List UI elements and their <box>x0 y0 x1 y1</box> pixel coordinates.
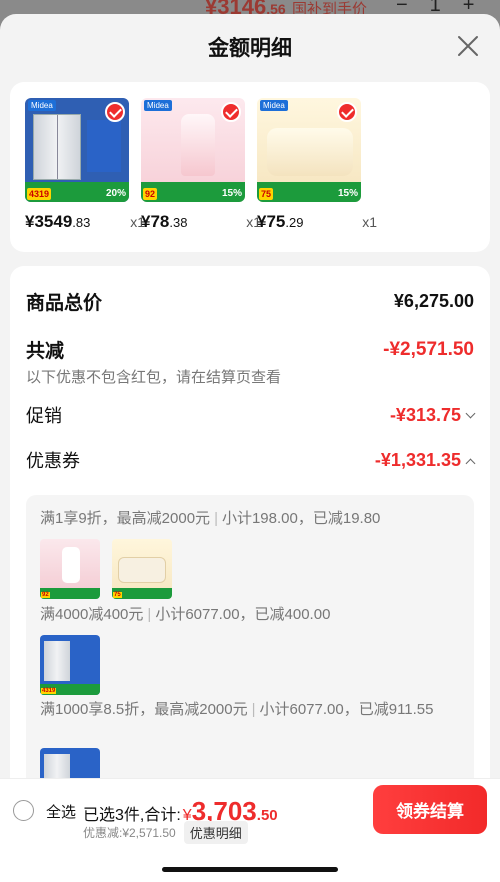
promotion-value-wrap: -¥313.75 <box>389 404 476 426</box>
promo-percent: 15% <box>221 188 242 199</box>
product-banner <box>87 120 121 172</box>
promo-tag: 4319 <box>27 188 52 200</box>
close-icon[interactable] <box>456 34 480 58</box>
product-image-steamer[interactable]: Midea 75 15% <box>257 98 361 202</box>
promotion-value: -¥313.75 <box>389 404 461 425</box>
product-item[interactable]: Midea 75 15% ¥75.29 x1 <box>257 98 377 232</box>
total-reduction-value: -¥2,571.50 <box>383 338 474 360</box>
promotion-label: 促销 <box>26 406 62 426</box>
checkout-bar: 全选 已选3件,合计: ¥ 3,703 .50 优惠减:¥2,571.50 优惠… <box>0 778 500 882</box>
brand-logo: Midea <box>144 100 172 111</box>
total-reduction-row: 共减 -¥2,571.50 <box>26 336 474 363</box>
coupon-value: -¥1,331.35 <box>374 449 461 470</box>
chevron-down-icon[interactable] <box>465 408 476 418</box>
promo-strip: 75 15% <box>257 182 361 202</box>
product-price: ¥75.29 <box>257 212 304 231</box>
claim-coupon-checkout-button[interactable]: 领券结算 <box>373 785 487 834</box>
fridge-graphic <box>33 114 81 180</box>
coupon-rule: 满1享9折，最高减2000元 | 小计198.00，已减19.80 <box>40 510 381 527</box>
goods-total-value: ¥6,275.00 <box>393 291 474 311</box>
brand-logo: Midea <box>28 100 56 111</box>
coupon-value-wrap: -¥1,331.35 <box>374 449 476 471</box>
select-all-label[interactable]: 全选 <box>46 801 76 822</box>
home-indicator <box>162 867 338 872</box>
sheet-header: 金额明细 <box>0 14 500 78</box>
coupon-rule: 满1000享8.5折，最高减2000元 | 小计6077.00，已减911.55 <box>40 701 434 718</box>
selected-check-icon <box>337 102 357 122</box>
order-total-cents: .50 <box>256 807 278 824</box>
close-button[interactable] <box>456 34 480 58</box>
goods-total-label: 商品总价 <box>26 293 103 314</box>
coupon-product-thumb: 92 <box>40 539 100 599</box>
sheet-title: 金额明细 <box>208 37 292 60</box>
promo-strip: 92 15% <box>141 182 245 202</box>
product-price: ¥3549.83 <box>25 212 91 231</box>
promotion-row[interactable]: 促销 -¥313.75 <box>26 402 476 428</box>
selected-check-icon <box>221 102 241 122</box>
product-image-fridge[interactable]: Midea 4319 20% <box>25 98 129 202</box>
promo-strip: 4319 20% <box>25 182 129 202</box>
total-reduction-label: 共减 <box>26 341 65 362</box>
discount-detail-button[interactable]: 优惠明细 <box>183 821 248 844</box>
coupon-label: 优惠券 <box>26 451 80 471</box>
coupon-row[interactable]: 优惠券 -¥1,331.35 <box>26 447 476 473</box>
discount-amount: 优惠减:¥2,571.50 <box>83 826 176 840</box>
amount-detail-card: 商品总价 ¥6,275.00 共减 -¥2,571.50 以下优惠不包含红包，请… <box>10 266 490 866</box>
goods-total-row: 商品总价 ¥6,275.00 <box>26 288 474 315</box>
chevron-up-icon[interactable] <box>465 458 476 468</box>
product-item[interactable]: Midea 4319 20% ¥3549.83 x1 <box>25 98 145 232</box>
amount-detail-sheet: 金额明细 Midea 4319 20% ¥3549.83 x1 Midea 92… <box>0 14 500 882</box>
coupon-rule: 满4000减400元 | 小计6077.00，已减400.00 <box>40 606 331 623</box>
steamer-graphic <box>267 128 353 176</box>
promo-percent: 15% <box>337 188 358 199</box>
coupon-product-thumb: 75 <box>112 539 172 599</box>
promo-tag: 92 <box>143 188 158 200</box>
promo-tag: 75 <box>259 188 274 200</box>
product-list-card: Midea 4319 20% ¥3549.83 x1 Midea 92 15% <box>10 82 490 252</box>
product-image-blender[interactable]: Midea 92 15% <box>141 98 245 202</box>
coupon-product-thumb: 4319 <box>40 635 100 695</box>
promo-percent: 20% <box>105 188 126 199</box>
product-quantity: x1 <box>362 214 377 230</box>
product-item[interactable]: Midea 92 15% ¥78.38 x1 <box>141 98 261 232</box>
blender-graphic <box>181 114 215 176</box>
select-all-radio[interactable] <box>13 800 34 821</box>
product-price: ¥78.38 <box>141 212 188 231</box>
selected-check-icon <box>105 102 125 122</box>
reduction-note: 以下优惠不包含红包，请在结算页查看 <box>26 369 282 386</box>
discount-line: 优惠减:¥2,571.50 优惠明细 <box>83 821 248 844</box>
brand-logo: Midea <box>260 100 288 111</box>
